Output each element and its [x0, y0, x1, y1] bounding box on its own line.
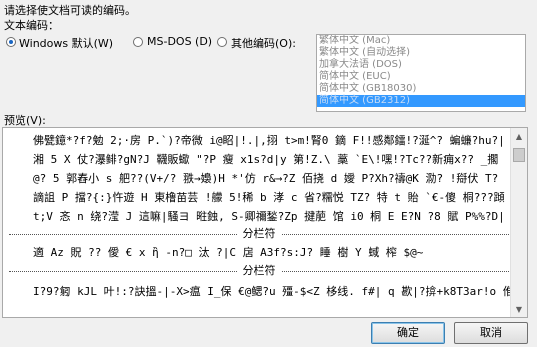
column-break-label: 分栏符	[236, 227, 282, 240]
encoding-label: 文本编码：	[4, 19, 59, 32]
preview-scrollbar[interactable]: ▲ ▼	[510, 128, 527, 317]
encoding-option[interactable]: 加拿大法语 (DOS)	[317, 59, 525, 71]
encoding-option[interactable]: 简体中文 (EUC)	[317, 71, 525, 83]
ms-dos-label[interactable]: MS-DOS (D)	[147, 35, 212, 48]
cancel-button[interactable]: 取消	[454, 322, 528, 344]
preview-line: 湘 5 X 仗?瀑鲱?gN?J 韈販蠍 "?P 瘦 x1s?d|y 第!Z.\ …	[33, 153, 499, 166]
column-break: 分栏符	[9, 264, 509, 278]
scroll-down-arrow-icon[interactable]: ▼	[511, 301, 527, 317]
column-break: 分栏符	[9, 227, 509, 241]
preview-line: 適 Az 貺 ?? 僾 € x ἢ -n?□ 汰 ?|C 扂 A3f?s:J? …	[33, 246, 424, 259]
instruction-text: 请选择使文档可读的编码。	[4, 4, 136, 17]
preview-line: 佛甓鐿*?f?勉 2;·房 P.`)?帝微 i@眧|!.|,挧 t>m!腎0 鏑…	[33, 134, 505, 147]
windows-default-label[interactable]: Windows 默认(W)	[19, 35, 113, 51]
encoding-option[interactable]: 简体中文 (GB18030)	[317, 83, 525, 95]
preview-line: t;V 忞 n 绕?滢 J 這嘛|騷ヨ 暀鉵, S-卿禰鍫?Zp 揵萉 馆 i0…	[33, 210, 505, 223]
encoding-option[interactable]: 繁体中文 (自动选择)	[317, 47, 525, 59]
ms-dos-radio[interactable]	[133, 37, 143, 47]
encoding-option[interactable]: 繁体中文 (Mac)	[317, 35, 525, 47]
preview-line: 謫詛 P 擋?{:}忤遊 H 東橹苗芸 !艨 5!稀 b 涍 c 省?糯悦 TZ…	[33, 191, 505, 204]
preview-area[interactable]: 佛甓鐿*?f?勉 2;·房 P.`)?帝微 i@眧|!.|,挧 t>m!腎0 鏑…	[2, 127, 528, 318]
windows-default-radio[interactable]	[6, 37, 16, 47]
preview-line: I?9?匑 kJL 叶!:?訣搵-|-X>瘟 I_保 €@鳃?u 殭-$<Z 栘…	[33, 285, 511, 298]
encoding-listbox[interactable]: 繁体中文 (Mac) 繁体中文 (自动选择) 加拿大法语 (DOS) 简体中文 …	[316, 34, 526, 112]
scroll-thumb[interactable]	[513, 148, 525, 162]
other-encoding-label[interactable]: 其他编码(O):	[231, 35, 296, 51]
preview-line: @? 5 郭舂小 s 舥??(V+/? 翐→嬝)H *'仿 r&→?Z 佰挠 d…	[33, 172, 499, 185]
ok-button[interactable]: 确定	[371, 322, 445, 344]
column-break-label: 分栏符	[236, 264, 282, 277]
scroll-up-arrow-icon[interactable]: ▲	[511, 128, 527, 144]
other-encoding-radio[interactable]	[217, 37, 227, 47]
encoding-option-selected[interactable]: 简体中文 (GB2312)	[317, 95, 525, 107]
preview-label: 预览(V):	[4, 114, 46, 127]
